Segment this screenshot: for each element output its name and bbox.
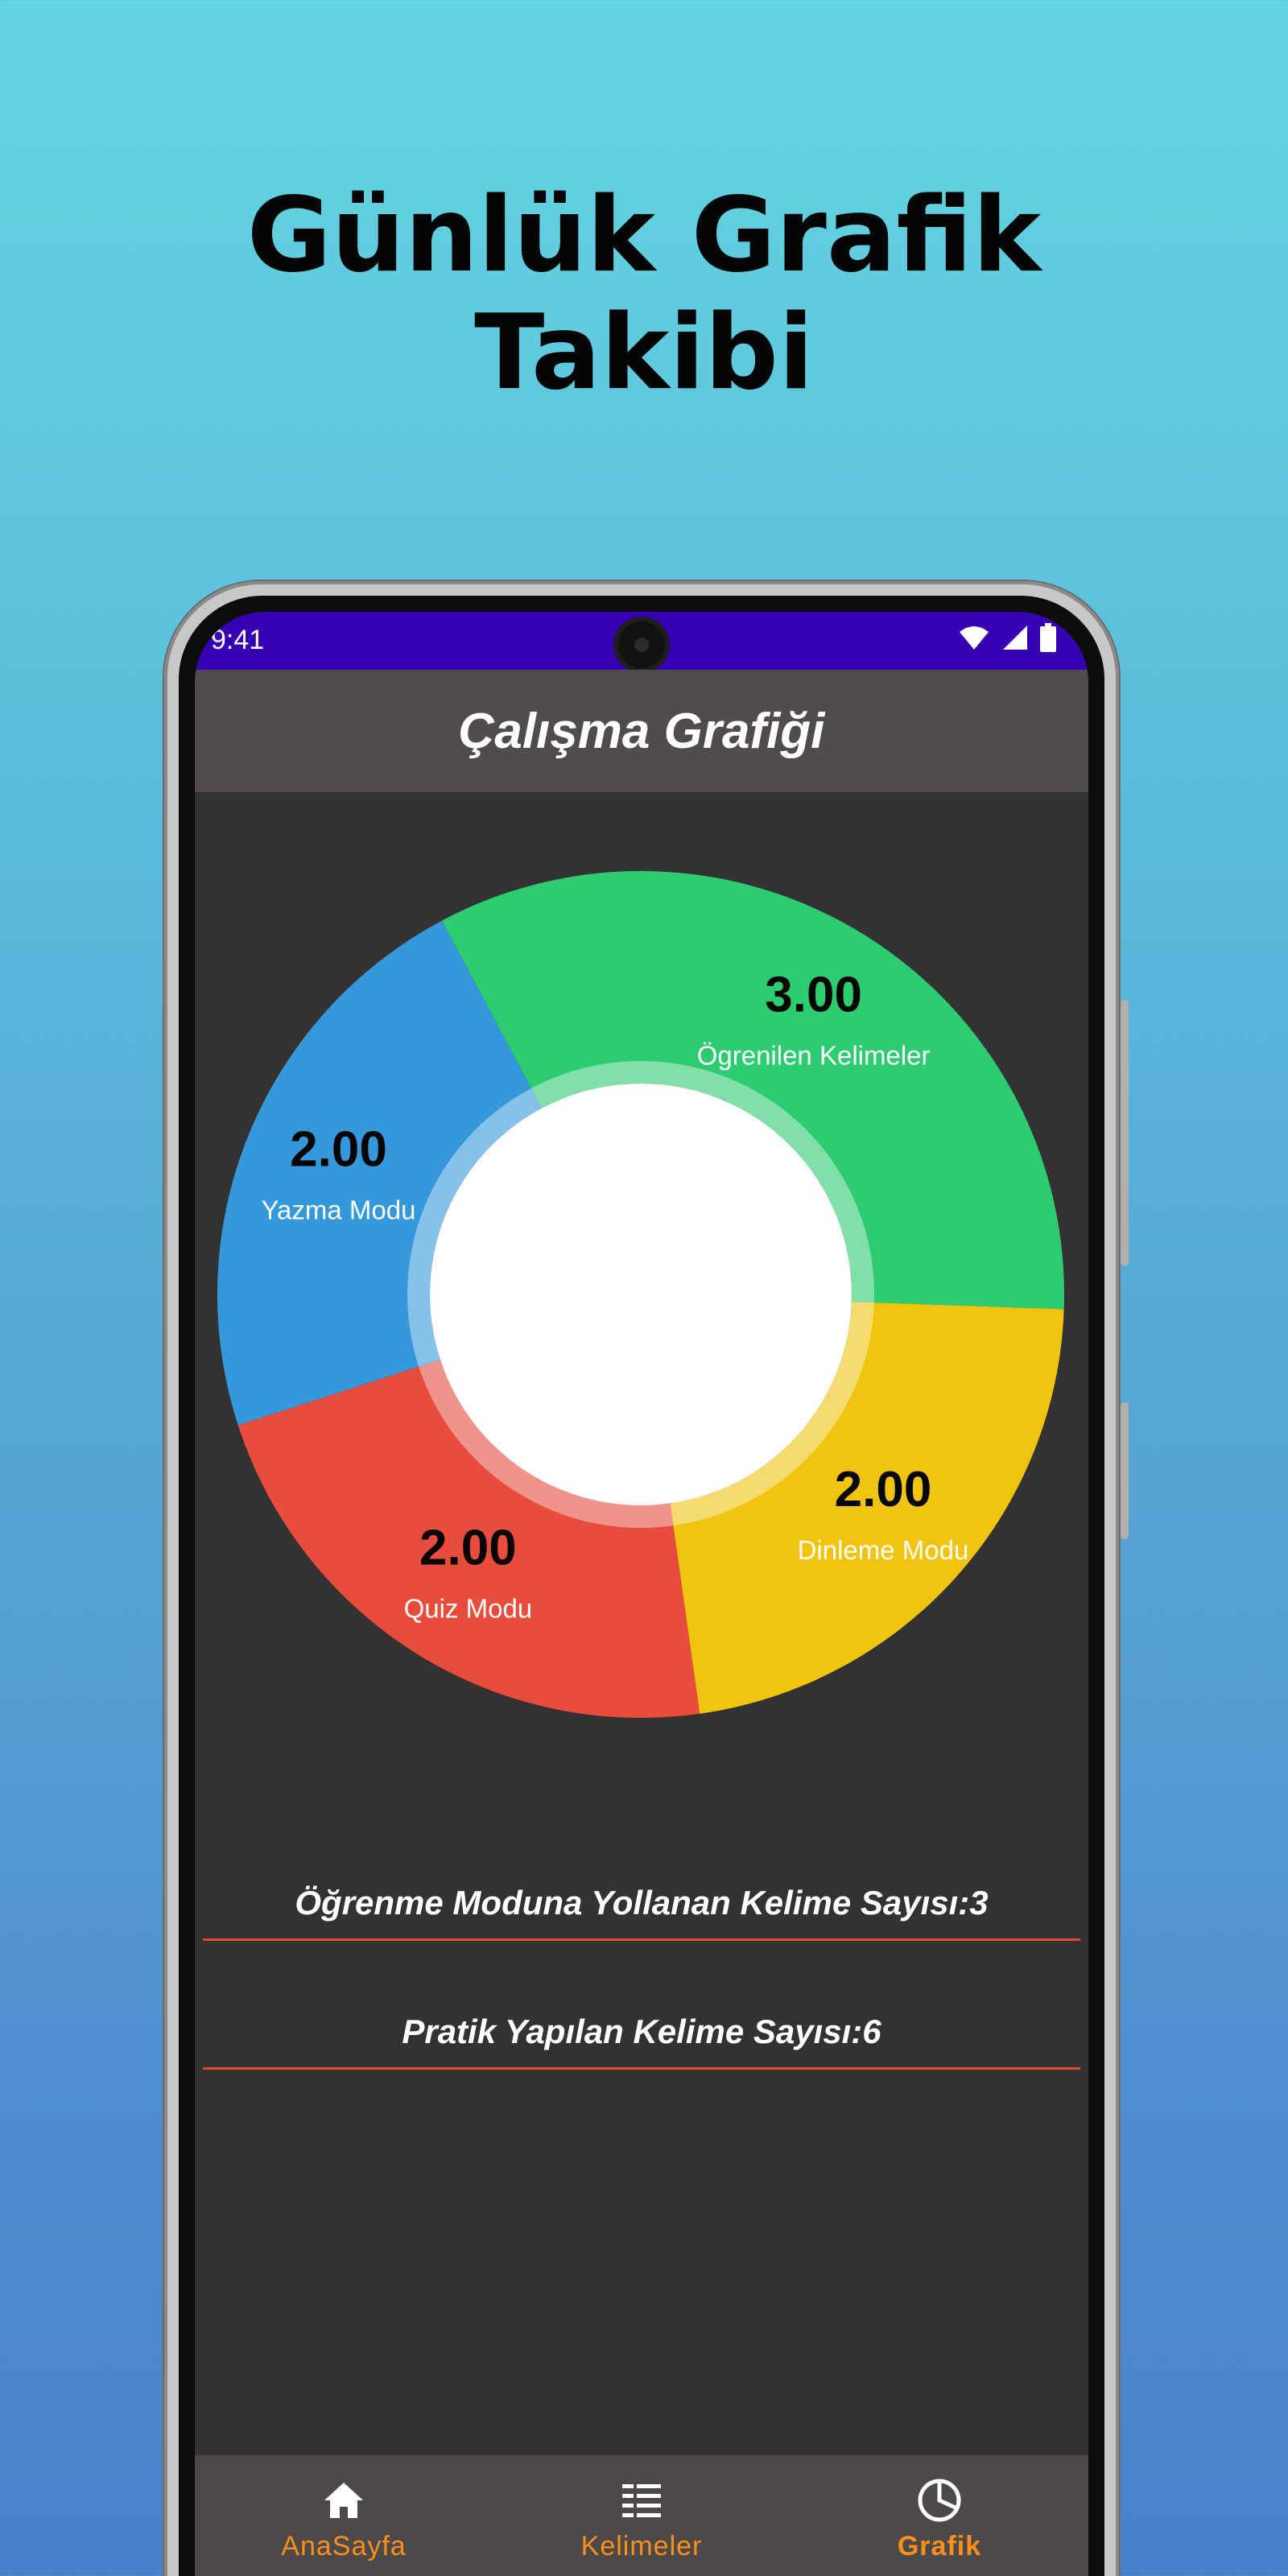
nav-item-chart[interactable]: Grafik [819,2455,1060,2562]
app-bar-title: Çalışma Grafiği [458,703,825,759]
slice-value-label: 2.00 [835,1462,932,1517]
pie-chart-icon [918,2479,961,2522]
learning-mode-count: Öğrenme Moduna Yollanan Kelime Sayısı:3 [295,1884,989,1922]
status-icons [958,623,1056,652]
nav-item-home[interactable]: AnaSayfa [223,2455,464,2562]
status-time: 9:41 [211,625,265,655]
promo-title-line-1: Günlük Grafik [246,175,1042,295]
list-icon [622,2484,661,2517]
signal-icon [1003,625,1027,650]
app-screen: 9:41 Çalışma Grafiği 3.00 Ögrenilen Kelim… [195,612,1088,2576]
donut-center-hole [430,1084,852,1505]
nav-label-home: AnaSayfa [281,2531,407,2562]
practiced-count: Pratik Yapılan Kelime Sayısı:6 [402,2013,881,2050]
divider [203,1938,1080,1941]
slice-category-label: Yazma Modu [261,1195,415,1224]
slice-value-label: 2.00 [290,1121,387,1177]
status-bar: 9:41 [195,612,1088,670]
power-button [1121,1402,1129,1539]
slice-value-label: 2.00 [419,1520,517,1575]
promo-title: Günlük Grafik Takibi [0,177,1288,412]
bottom-nav: AnaSayfa Kelimeler Grafik [195,2455,1088,2576]
slice-category-label: Dinleme Modu [798,1535,969,1565]
slice-category-label: Ögrenilen Kelimeler [697,1041,931,1071]
home-icon [324,2483,363,2518]
phone-bezel: 9:41 Çalışma Grafiği 3.00 Ögrenilen Kelim… [179,596,1104,2576]
slice-category-label: Quiz Modu [404,1593,533,1623]
phone-frame: 9:41 Çalışma Grafiği 3.00 Ögrenilen Kelim… [164,581,1129,2576]
nav-label-words: Kelimeler [580,2531,703,2562]
volume-button [1121,1000,1129,1265]
front-camera [618,621,665,668]
nav-label-chart: Grafik [897,2531,982,2562]
study-donut-chart: 3.00 Ögrenilen Kelimeler 2.00 Dinleme Modu 2… [216,869,1066,1719]
promo-title-line-2: Takibi [474,293,814,413]
wifi-icon [960,626,989,650]
battery-icon [1040,623,1056,652]
app-bar: Çalışma Grafiği [195,670,1088,792]
slice-value-label: 3.00 [765,968,862,1023]
donut-chart-svg: 3.00 Ögrenilen Kelimeler 2.00 Dinleme Modu 2… [217,871,1064,1718]
nav-item-words[interactable]: Kelimeler [521,2455,762,2562]
divider [203,2067,1080,2070]
